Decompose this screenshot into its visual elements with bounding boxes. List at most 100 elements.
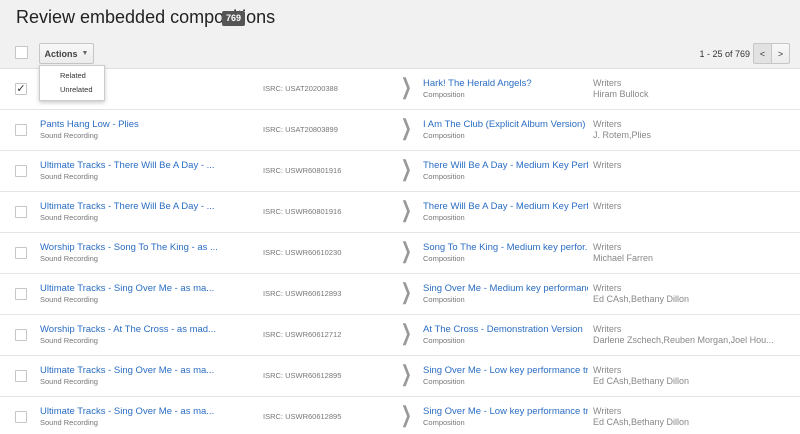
composition-type: Composition — [423, 418, 465, 427]
menu-item-related[interactable]: Related — [40, 69, 104, 83]
asset-type: Sound Recording — [40, 295, 98, 304]
writers-label: Writers — [593, 201, 622, 211]
composition-title-link[interactable]: Hark! The Herald Angels? — [423, 78, 588, 89]
actions-button-label: Actions — [44, 48, 78, 59]
writers-label: Writers — [593, 324, 622, 334]
row-checkbox[interactable] — [15, 206, 27, 218]
select-all-checkbox[interactable] — [15, 46, 28, 59]
asset-type: Sound Recording — [40, 213, 98, 222]
page-header: Review embedded compositions 769 — [0, 0, 800, 37]
asset-title-link[interactable]: Ultimate Tracks - Sing Over Me - as ma..… — [40, 283, 230, 294]
table-row: Worship Tracks - Song To The King - as .… — [0, 233, 800, 274]
composition-title-link[interactable]: There Will Be A Day - Medium Key Perf... — [423, 160, 588, 171]
writers-names: Hiram Bullock — [593, 89, 649, 99]
chevron-right-icon: ❯ — [400, 156, 412, 181]
isrc-code: ISRC: USWR60612895 — [263, 412, 342, 421]
composition-title-link[interactable]: Sing Over Me - Low key performance tr... — [423, 365, 588, 376]
writers-label: Writers — [593, 406, 622, 416]
writers-label: Writers — [593, 119, 622, 129]
composition-type: Composition — [423, 213, 465, 222]
actions-dropdown-menu: Related Unrelated — [39, 65, 105, 101]
count-badge: 769 — [222, 11, 246, 26]
table-row: Pants Hang Low - Plies Sound Recording I… — [0, 110, 800, 151]
asset-title-link[interactable]: Ultimate Tracks - There Will Be A Day - … — [40, 160, 230, 171]
composition-type: Composition — [423, 336, 465, 345]
writers-names: Darlene Zschech,Reuben Morgan,Joel Hou..… — [593, 335, 774, 345]
composition-type: Composition — [423, 172, 465, 181]
composition-title-link[interactable]: Song To The King - Medium key perfor... — [423, 242, 588, 253]
asset-type: Sound Recording — [40, 172, 98, 181]
asset-title-link[interactable]: Worship Tracks - Song To The King - as .… — [40, 242, 230, 253]
composition-title-link[interactable]: There Will Be A Day - Medium Key Perf... — [423, 201, 588, 212]
composition-title-link[interactable]: I Am The Club (Explicit Album Version) — [423, 119, 588, 130]
chevron-right-icon: ❯ — [400, 402, 412, 427]
row-checkbox[interactable]: ✓ — [15, 83, 27, 95]
chevron-right-icon: ❯ — [400, 115, 412, 140]
composition-title-link[interactable]: Sing Over Me - Medium key performanc... — [423, 283, 588, 294]
writers-names: Ed CAsh,Bethany Dillon — [593, 417, 690, 427]
isrc-code: ISRC: USWR60612893 — [263, 289, 342, 298]
isrc-code: ISRC: USWR60612712 — [263, 330, 342, 339]
toolbar: Actions ▼ 1 - 25 of 769 < > — [0, 37, 800, 69]
chevron-right-icon: ❯ — [400, 238, 412, 263]
composition-title-link[interactable]: At The Cross - Demonstration Version — [423, 324, 588, 335]
isrc-code: ISRC: USWR60801916 — [263, 207, 342, 216]
asset-type: Sound Recording — [40, 131, 98, 140]
actions-button[interactable]: Actions ▼ — [39, 43, 94, 64]
composition-type: Composition — [423, 90, 465, 99]
isrc-code: ISRC: USWR60610230 — [263, 248, 342, 257]
prev-page-button[interactable]: < — [753, 43, 772, 64]
writers-label: Writers — [593, 242, 622, 252]
chevron-right-icon: ❯ — [400, 361, 412, 386]
menu-item-unrelated[interactable]: Unrelated — [40, 83, 104, 97]
row-checkbox[interactable] — [15, 370, 27, 382]
asset-type: Sound Recording — [40, 377, 98, 386]
writers-label: Writers — [593, 283, 622, 293]
composition-type: Composition — [423, 377, 465, 386]
isrc-code: ISRC: USWR60612895 — [263, 371, 342, 380]
asset-title-link[interactable]: Pants Hang Low - Plies — [40, 119, 230, 130]
asset-title-link[interactable]: Worship Tracks - At The Cross - as mad..… — [40, 324, 230, 335]
composition-type: Composition — [423, 295, 465, 304]
row-checkbox[interactable] — [15, 165, 27, 177]
asset-type: Sound Recording — [40, 254, 98, 263]
table-row: Ultimate Tracks - There Will Be A Day - … — [0, 151, 800, 192]
chevron-right-icon: ❯ — [400, 197, 412, 222]
caret-down-icon: ▼ — [81, 50, 89, 57]
writers-label: Writers — [593, 365, 622, 375]
table-row: Ultimate Tracks - There Will Be A Day - … — [0, 192, 800, 233]
writers-names: Ed CAsh,Bethany Dillon — [593, 294, 690, 304]
chevron-right-icon: ❯ — [400, 74, 412, 99]
isrc-code: ISRC: USAT20803899 — [263, 125, 338, 134]
isrc-code: ISRC: USAT20200388 — [263, 84, 338, 93]
isrc-code: ISRC: USWR60801916 — [263, 166, 342, 175]
pagination-text: 1 - 25 of 769 — [699, 49, 750, 59]
writers-names: Ed CAsh,Bethany Dillon — [593, 376, 690, 386]
asset-title-link[interactable]: Ultimate Tracks - Sing Over Me - as ma..… — [40, 406, 230, 417]
row-checkbox[interactable] — [15, 247, 27, 259]
next-page-button[interactable]: > — [771, 43, 790, 64]
writers-label: Writers — [593, 160, 622, 170]
writers-label: Writers — [593, 78, 622, 88]
asset-type: Sound Recording — [40, 418, 98, 427]
table-row: Ultimate Tracks - Sing Over Me - as ma..… — [0, 274, 800, 315]
row-checkbox[interactable] — [15, 411, 27, 423]
asset-type: Sound Recording — [40, 336, 98, 345]
asset-title-link[interactable]: Ultimate Tracks - There Will Be A Day - … — [40, 201, 230, 212]
embedded-compositions-list: ✓ ock ISRC: USAT20200388 ❯ Hark! The Her… — [0, 69, 800, 434]
writers-names: Michael Farren — [593, 253, 654, 263]
composition-title-link[interactable]: Sing Over Me - Low key performance tr... — [423, 406, 588, 417]
table-row: Ultimate Tracks - Sing Over Me - as ma..… — [0, 356, 800, 397]
row-checkbox[interactable] — [15, 329, 27, 341]
row-checkbox[interactable] — [15, 288, 27, 300]
composition-type: Composition — [423, 254, 465, 263]
chevron-right-icon: ❯ — [400, 279, 412, 304]
asset-title-link[interactable]: Ultimate Tracks - Sing Over Me - as ma..… — [40, 365, 230, 376]
composition-type: Composition — [423, 131, 465, 140]
row-checkbox[interactable] — [15, 124, 27, 136]
table-row: Ultimate Tracks - Sing Over Me - as ma..… — [0, 397, 800, 434]
writers-names: J. Rotem,Plies — [593, 130, 652, 140]
table-row: Worship Tracks - At The Cross - as mad..… — [0, 315, 800, 356]
chevron-right-icon: ❯ — [400, 320, 412, 345]
table-row: ✓ ock ISRC: USAT20200388 ❯ Hark! The Her… — [0, 69, 800, 110]
